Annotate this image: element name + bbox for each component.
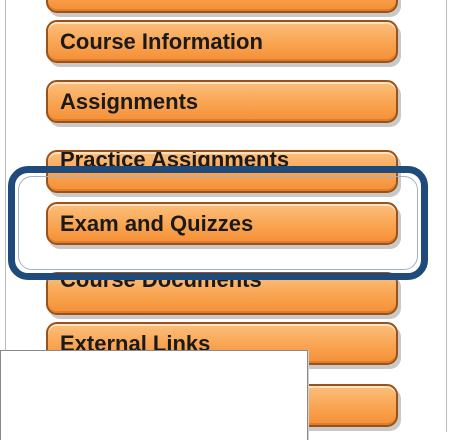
nav-button-top-partial[interactable] [46, 0, 398, 13]
nav-button-label: Course Information [60, 29, 263, 54]
nav-button-label: Practice Assignments [60, 150, 290, 172]
nav-button-course-documents[interactable]: Course Documents [46, 272, 398, 315]
nav-button-practice-assignments[interactable]: Practice Assignments [46, 150, 398, 193]
nav-button-exam-and-quizzes[interactable]: Exam and Quizzes [46, 202, 398, 245]
nav-button-label: Course Documents [60, 272, 262, 292]
nav-button-label: Exam and Quizzes [60, 211, 254, 236]
popup-panel [0, 350, 308, 440]
page-right-border [446, 0, 447, 432]
nav-button-course-information[interactable]: Course Information [46, 20, 398, 63]
nav-button-assignments[interactable]: Assignments [46, 80, 398, 123]
nav-button-label: Assignments [60, 89, 199, 114]
